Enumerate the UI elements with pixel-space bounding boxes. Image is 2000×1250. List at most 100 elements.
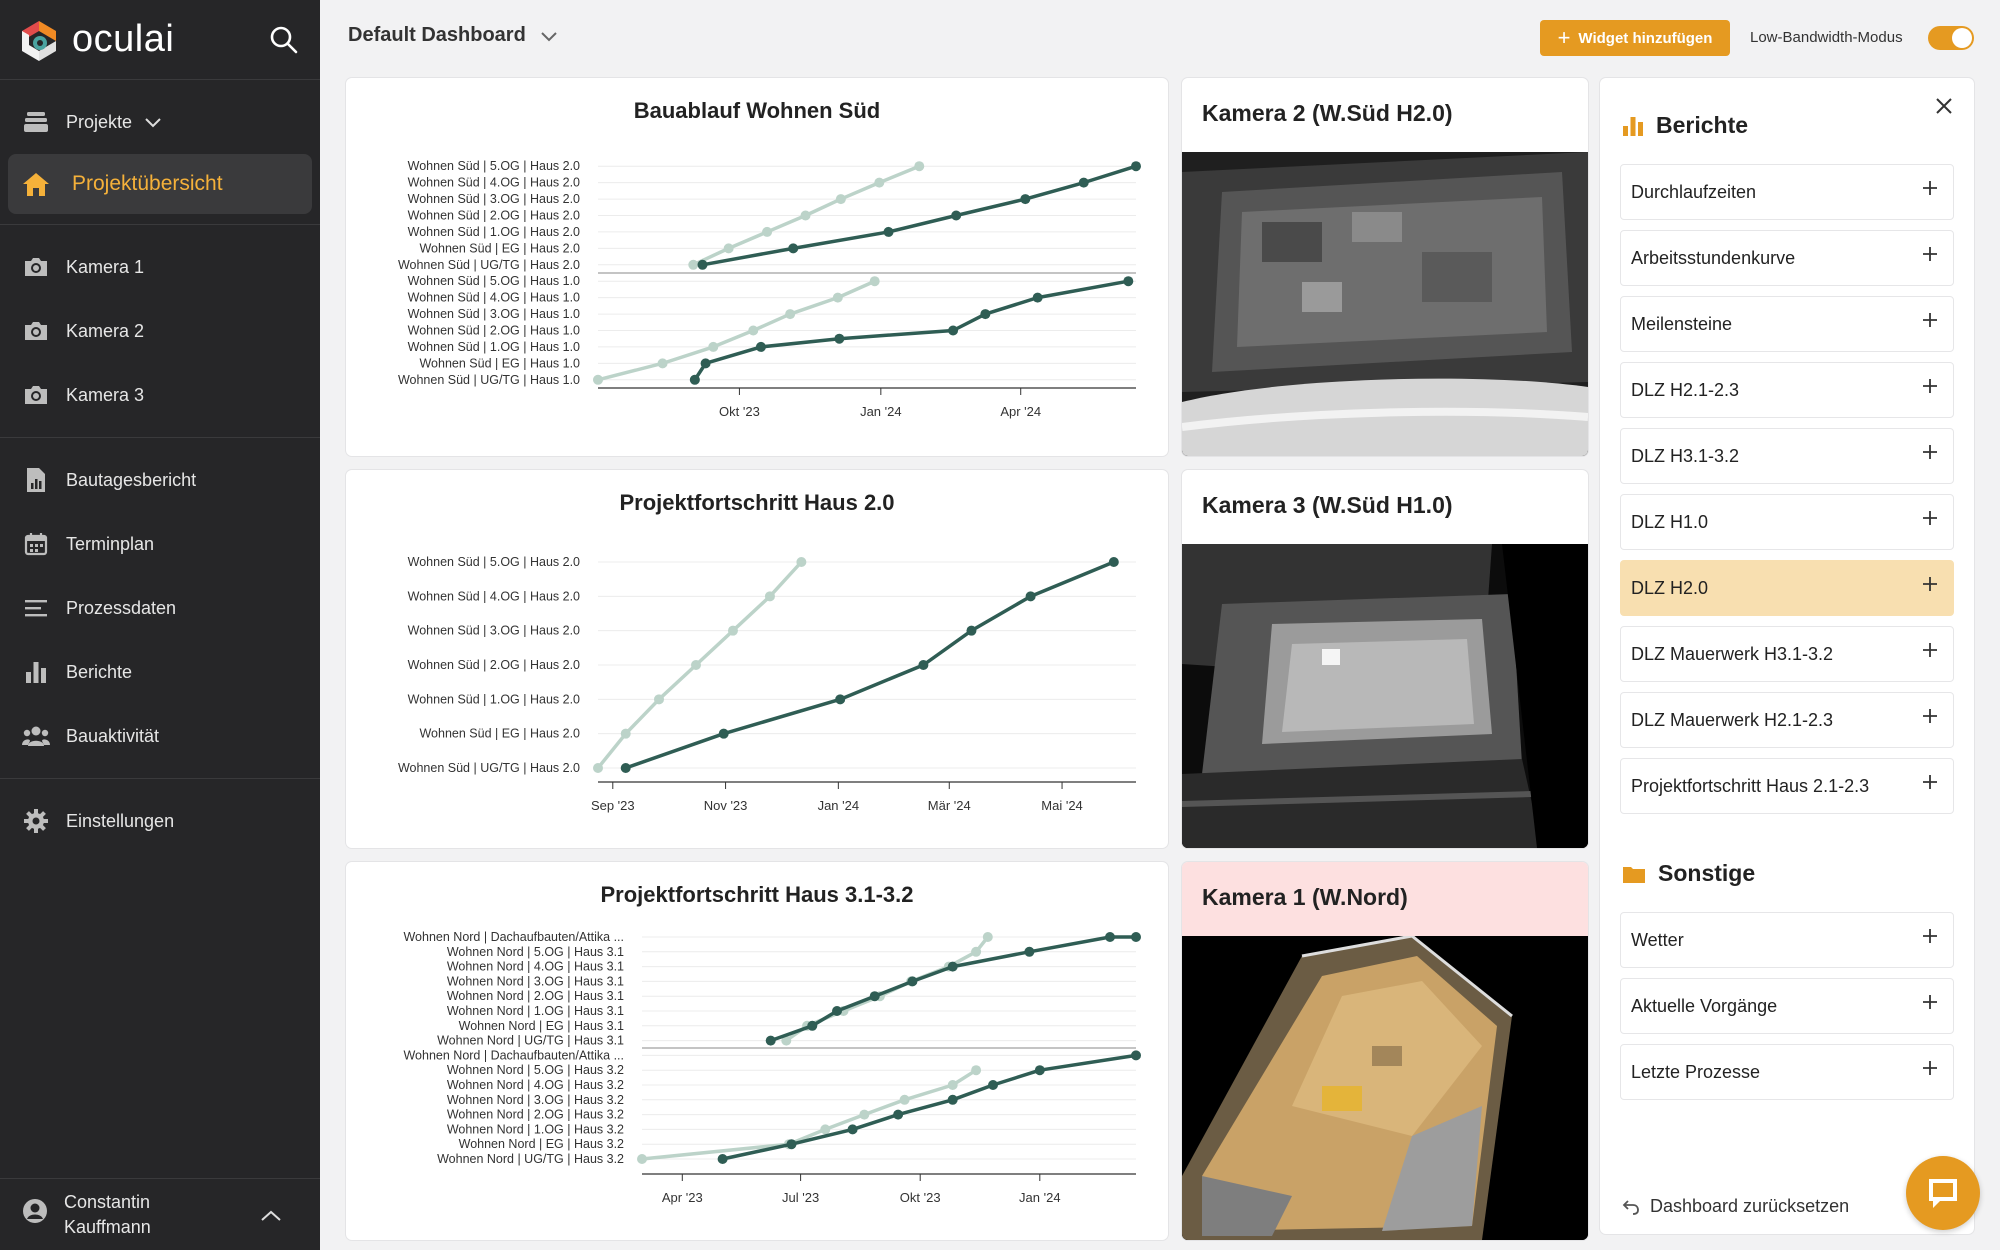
widget-item-projektfortschritt-haus-2[interactable]: Projektfortschritt Haus 2.1-2.3	[1620, 758, 1954, 814]
x-tick-label: Jan '24	[860, 404, 902, 419]
nav-projects[interactable]: Projekte	[0, 90, 320, 154]
row-label: Wohnen Süd | UG/TG | Haus 2.0	[398, 761, 580, 775]
home-icon	[22, 170, 50, 198]
camera-1-feed[interactable]	[1182, 936, 1588, 1240]
widget-item-label: DLZ H2.1-2.3	[1631, 379, 1740, 400]
plan-point	[859, 1109, 870, 1120]
actual-point	[786, 1139, 797, 1150]
actual-point	[689, 374, 700, 385]
camera-card-1[interactable]: Kamera 1 (W.Nord)	[1182, 862, 1588, 1240]
add-widget-label: Widget hinzufügen	[1578, 29, 1713, 47]
nav-schedule-label: Terminplan	[66, 533, 155, 554]
widget-item-dlz-mauerwerk-h2[interactable]: DLZ Mauerwerk H2.1-2.3	[1620, 692, 1954, 748]
row-label: Wohnen Süd | 3.OG | Haus 2.0	[408, 624, 580, 638]
camera-title: Kamera 1 (W.Nord)	[1202, 884, 1408, 910]
folder-icon	[1623, 866, 1645, 883]
camera-2-feed[interactable]	[1182, 152, 1588, 456]
chevron-up-icon[interactable]	[260, 1205, 282, 1230]
actual-point	[883, 226, 894, 237]
plan-point	[637, 1154, 647, 1164]
actual-point	[807, 1020, 818, 1031]
layers-icon	[22, 108, 50, 136]
report-file-icon	[22, 466, 50, 494]
plan-point	[982, 932, 993, 942]
row-label: Wohnen Nord | EG | Haus 3.2	[459, 1137, 624, 1151]
camera-icon	[22, 253, 50, 281]
nav-settings-label: Einstellungen	[66, 810, 175, 831]
nav-settings[interactable]: Einstellungen	[0, 789, 320, 853]
close-icon[interactable]	[1934, 96, 1954, 121]
actual-point	[1131, 1050, 1141, 1061]
widget-item-wetter[interactable]: Wetter	[1620, 912, 1954, 968]
chat-button[interactable]	[1906, 1156, 1980, 1230]
widget-item-arbeitsstundenkurve[interactable]: Arbeitsstundenkurve	[1620, 230, 1954, 286]
nav-project-overview[interactable]: Projektübersicht	[8, 154, 312, 214]
plan-point	[820, 1124, 831, 1135]
plan-point	[869, 276, 880, 287]
widgets-panel: Berichte Durchlaufzeiten Arbeitsstundenk…	[1600, 78, 1974, 1234]
camera-card-3[interactable]: Kamera 3 (W.Süd H1.0)	[1182, 470, 1588, 848]
nav-camera-3[interactable]: Kamera 3	[0, 363, 320, 427]
row-label: Wohnen Süd | 2.OG | Haus 1.0	[408, 324, 580, 338]
plus-icon	[1921, 707, 1939, 730]
plan-point	[835, 194, 846, 205]
actual-point	[1025, 591, 1036, 602]
reset-dashboard-link[interactable]: Dashboard zurücksetzen	[1622, 1196, 1849, 1217]
nav-process-data[interactable]: Prozessdaten	[0, 576, 320, 640]
actual-point	[988, 1080, 998, 1090]
nav-reports[interactable]: Berichte	[0, 640, 320, 704]
search-icon[interactable]	[268, 24, 300, 56]
row-label: Wohnen Süd | 5.OG | Haus 1.0	[408, 274, 580, 288]
widget-item-letzte-prozesse[interactable]: Letzte Prozesse	[1620, 1044, 1954, 1100]
x-tick-label: Nov '23	[704, 798, 748, 813]
widget-item-durchlaufzeiten[interactable]: Durchlaufzeiten	[1620, 164, 1954, 220]
row-label: Wohnen Nord | 1.OG | Haus 3.1	[447, 1004, 624, 1018]
plan-point	[593, 374, 603, 385]
user-last-name: Kauffmann	[64, 1216, 151, 1237]
nav-camera-1[interactable]: Kamera 1	[0, 235, 320, 299]
chevron-down-icon	[541, 31, 557, 41]
nav-daily-report[interactable]: Bautagesbericht	[0, 448, 320, 512]
row-label: Wohnen Süd | 2.OG | Haus 2.0	[408, 658, 580, 672]
widget-item-dlz-h2-0[interactable]: DLZ H2.0	[1620, 560, 1954, 616]
add-widget-button[interactable]: + Widget hinzufügen	[1540, 20, 1730, 56]
low-bandwidth-toggle[interactable]	[1928, 26, 1974, 50]
widget-item-dlz-h3-1-3-2[interactable]: DLZ H3.1-3.2	[1620, 428, 1954, 484]
row-label: Wohnen Süd | 4.OG | Haus 2.0	[408, 176, 580, 190]
widget-item-dlz-mauerwerk-h3[interactable]: DLZ Mauerwerk H3.1-3.2	[1620, 626, 1954, 682]
user-menu[interactable]: Constantin Kauffmann	[0, 1178, 320, 1250]
widget-item-meilensteine[interactable]: Meilensteine	[1620, 296, 1954, 352]
row-label: Wohnen Süd | 4.OG | Haus 2.0	[408, 589, 580, 603]
actual-point	[980, 309, 991, 320]
nav-process-data-label: Prozessdaten	[66, 597, 177, 618]
plus-icon	[1921, 1059, 1939, 1082]
nav-daily-report-label: Bautagesbericht	[66, 469, 197, 490]
widget-item-dlz-h2-1-2-3[interactable]: DLZ H2.1-2.3	[1620, 362, 1954, 418]
plan-point	[727, 625, 738, 636]
nav-schedule[interactable]: Terminplan	[0, 512, 320, 576]
nav-activity[interactable]: Bauaktivität	[0, 704, 320, 768]
camera-card-2[interactable]: Kamera 2 (W.Süd H2.0)	[1182, 78, 1588, 456]
widget-item-dlz-h1-0[interactable]: DLZ H1.0	[1620, 494, 1954, 550]
x-tick-label: Apr '23	[662, 1190, 703, 1205]
plan-point	[620, 728, 631, 739]
plan-point	[971, 946, 982, 957]
nav-group-cameras: Kamera 1 Kamera 2 Kamera 3	[0, 225, 320, 438]
dashboard-selector[interactable]: Default Dashboard	[348, 24, 558, 47]
plus-icon	[1921, 927, 1939, 950]
plan-point	[796, 557, 807, 567]
actual-point	[947, 961, 958, 972]
plan-point	[947, 1080, 958, 1090]
x-tick-label: Sep '23	[591, 798, 635, 813]
actual-series-line	[770, 935, 1136, 1043]
user-first-name: Constantin	[64, 1191, 151, 1212]
actual-point	[1078, 177, 1089, 188]
plan-point	[832, 292, 843, 303]
plus-icon	[1921, 377, 1939, 400]
widget-item-label: DLZ H2.0	[1631, 577, 1709, 598]
widget-item-aktuelle-vorgaenge[interactable]: Aktuelle Vorgänge	[1620, 978, 1954, 1034]
camera-3-feed[interactable]	[1182, 544, 1588, 848]
actual-point	[1131, 932, 1141, 942]
row-label: Wohnen Nord | 3.OG | Haus 3.2	[447, 1093, 624, 1107]
nav-camera-2[interactable]: Kamera 2	[0, 299, 320, 363]
